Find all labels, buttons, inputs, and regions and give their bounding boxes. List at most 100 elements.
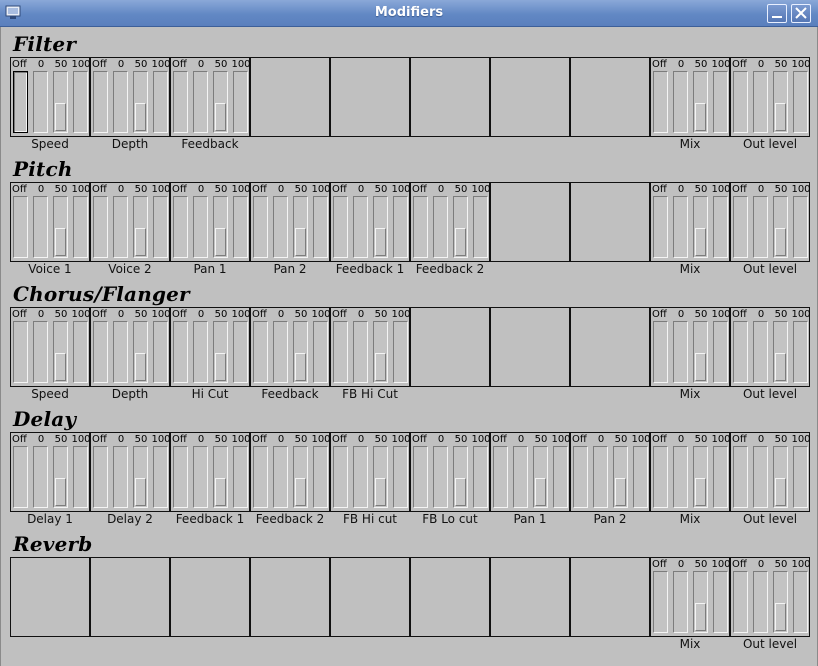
level-option-50[interactable]: 50 (51, 433, 71, 511)
level-button[interactable] (13, 196, 28, 258)
level-button[interactable] (493, 446, 508, 508)
level-button[interactable] (793, 321, 808, 383)
level-option-0[interactable]: 0 (31, 308, 51, 386)
level-option-100[interactable]: 100 (391, 433, 411, 511)
level-option-0[interactable]: 0 (111, 183, 131, 261)
level-button[interactable] (273, 196, 288, 258)
level-button[interactable] (193, 446, 208, 508)
level-option-off[interactable]: Off (171, 308, 191, 386)
level-option-50[interactable]: 50 (131, 308, 151, 386)
level-option-off[interactable]: Off (11, 58, 31, 136)
level-option-off[interactable]: Off (731, 308, 751, 386)
level-option-0[interactable]: 0 (271, 433, 291, 511)
level-option-off[interactable]: Off (171, 433, 191, 511)
level-option-0[interactable]: 0 (111, 58, 131, 136)
level-option-0[interactable]: 0 (351, 433, 371, 511)
level-option-off[interactable]: Off (91, 58, 111, 136)
level-option-100[interactable]: 100 (711, 58, 731, 136)
level-option-0[interactable]: 0 (351, 183, 371, 261)
level-option-off[interactable]: Off (651, 433, 671, 511)
level-button[interactable] (533, 446, 548, 508)
level-button[interactable] (73, 446, 88, 508)
level-option-off[interactable]: Off (411, 183, 431, 261)
level-option-50[interactable]: 50 (371, 433, 391, 511)
empty-modifier-slot[interactable] (490, 557, 570, 637)
level-option-off[interactable]: Off (651, 183, 671, 261)
level-button[interactable] (333, 196, 348, 258)
level-button[interactable] (773, 321, 788, 383)
level-option-off[interactable]: Off (251, 433, 271, 511)
level-option-100[interactable]: 100 (231, 433, 251, 511)
level-option-off[interactable]: Off (251, 308, 271, 386)
level-button[interactable] (173, 321, 188, 383)
level-option-off[interactable]: Off (91, 433, 111, 511)
level-button[interactable] (453, 446, 468, 508)
level-option-100[interactable]: 100 (791, 433, 811, 511)
level-option-50[interactable]: 50 (51, 308, 71, 386)
level-button[interactable] (733, 571, 748, 633)
empty-modifier-slot[interactable] (570, 182, 650, 262)
level-option-50[interactable]: 50 (211, 308, 231, 386)
level-button[interactable] (293, 446, 308, 508)
level-button[interactable] (633, 446, 648, 508)
level-option-off[interactable]: Off (491, 433, 511, 511)
minimize-button[interactable] (767, 4, 787, 23)
level-button[interactable] (113, 321, 128, 383)
level-button[interactable] (793, 446, 808, 508)
level-button[interactable] (153, 196, 168, 258)
level-button[interactable] (293, 196, 308, 258)
level-button[interactable] (713, 321, 728, 383)
level-button[interactable] (253, 446, 268, 508)
level-button[interactable] (153, 446, 168, 508)
level-option-100[interactable]: 100 (231, 308, 251, 386)
level-option-100[interactable]: 100 (151, 433, 171, 511)
level-option-50[interactable]: 50 (51, 183, 71, 261)
level-option-100[interactable]: 100 (631, 433, 651, 511)
level-button[interactable] (713, 446, 728, 508)
level-option-100[interactable]: 100 (471, 183, 491, 261)
level-button[interactable] (333, 446, 348, 508)
level-option-100[interactable]: 100 (791, 308, 811, 386)
level-option-100[interactable]: 100 (791, 58, 811, 136)
level-option-50[interactable]: 50 (771, 58, 791, 136)
level-option-off[interactable]: Off (331, 433, 351, 511)
level-button[interactable] (393, 321, 408, 383)
empty-modifier-slot[interactable] (10, 557, 90, 637)
level-button[interactable] (193, 196, 208, 258)
level-button[interactable] (333, 321, 348, 383)
level-option-0[interactable]: 0 (671, 433, 691, 511)
level-option-100[interactable]: 100 (71, 183, 91, 261)
level-option-0[interactable]: 0 (191, 308, 211, 386)
level-button[interactable] (133, 196, 148, 258)
level-button[interactable] (453, 196, 468, 258)
level-option-50[interactable]: 50 (51, 58, 71, 136)
empty-modifier-slot[interactable] (250, 57, 330, 137)
level-option-100[interactable]: 100 (151, 183, 171, 261)
level-option-0[interactable]: 0 (31, 183, 51, 261)
level-option-0[interactable]: 0 (751, 58, 771, 136)
level-option-off[interactable]: Off (651, 308, 671, 386)
level-button[interactable] (753, 446, 768, 508)
level-option-0[interactable]: 0 (751, 558, 771, 636)
level-option-50[interactable]: 50 (131, 183, 151, 261)
level-option-off[interactable]: Off (331, 308, 351, 386)
level-option-100[interactable]: 100 (311, 308, 331, 386)
level-option-0[interactable]: 0 (671, 308, 691, 386)
level-option-0[interactable]: 0 (671, 58, 691, 136)
level-option-100[interactable]: 100 (71, 308, 91, 386)
level-button[interactable] (673, 446, 688, 508)
level-option-100[interactable]: 100 (791, 183, 811, 261)
level-button[interactable] (153, 71, 168, 133)
level-button[interactable] (353, 446, 368, 508)
level-button[interactable] (673, 571, 688, 633)
level-option-50[interactable]: 50 (691, 308, 711, 386)
level-button[interactable] (733, 446, 748, 508)
level-option-100[interactable]: 100 (711, 308, 731, 386)
level-option-off[interactable]: Off (731, 183, 751, 261)
empty-modifier-slot[interactable] (330, 57, 410, 137)
level-option-50[interactable]: 50 (291, 433, 311, 511)
level-button[interactable] (753, 321, 768, 383)
level-button[interactable] (93, 196, 108, 258)
level-button[interactable] (753, 571, 768, 633)
level-option-100[interactable]: 100 (471, 433, 491, 511)
